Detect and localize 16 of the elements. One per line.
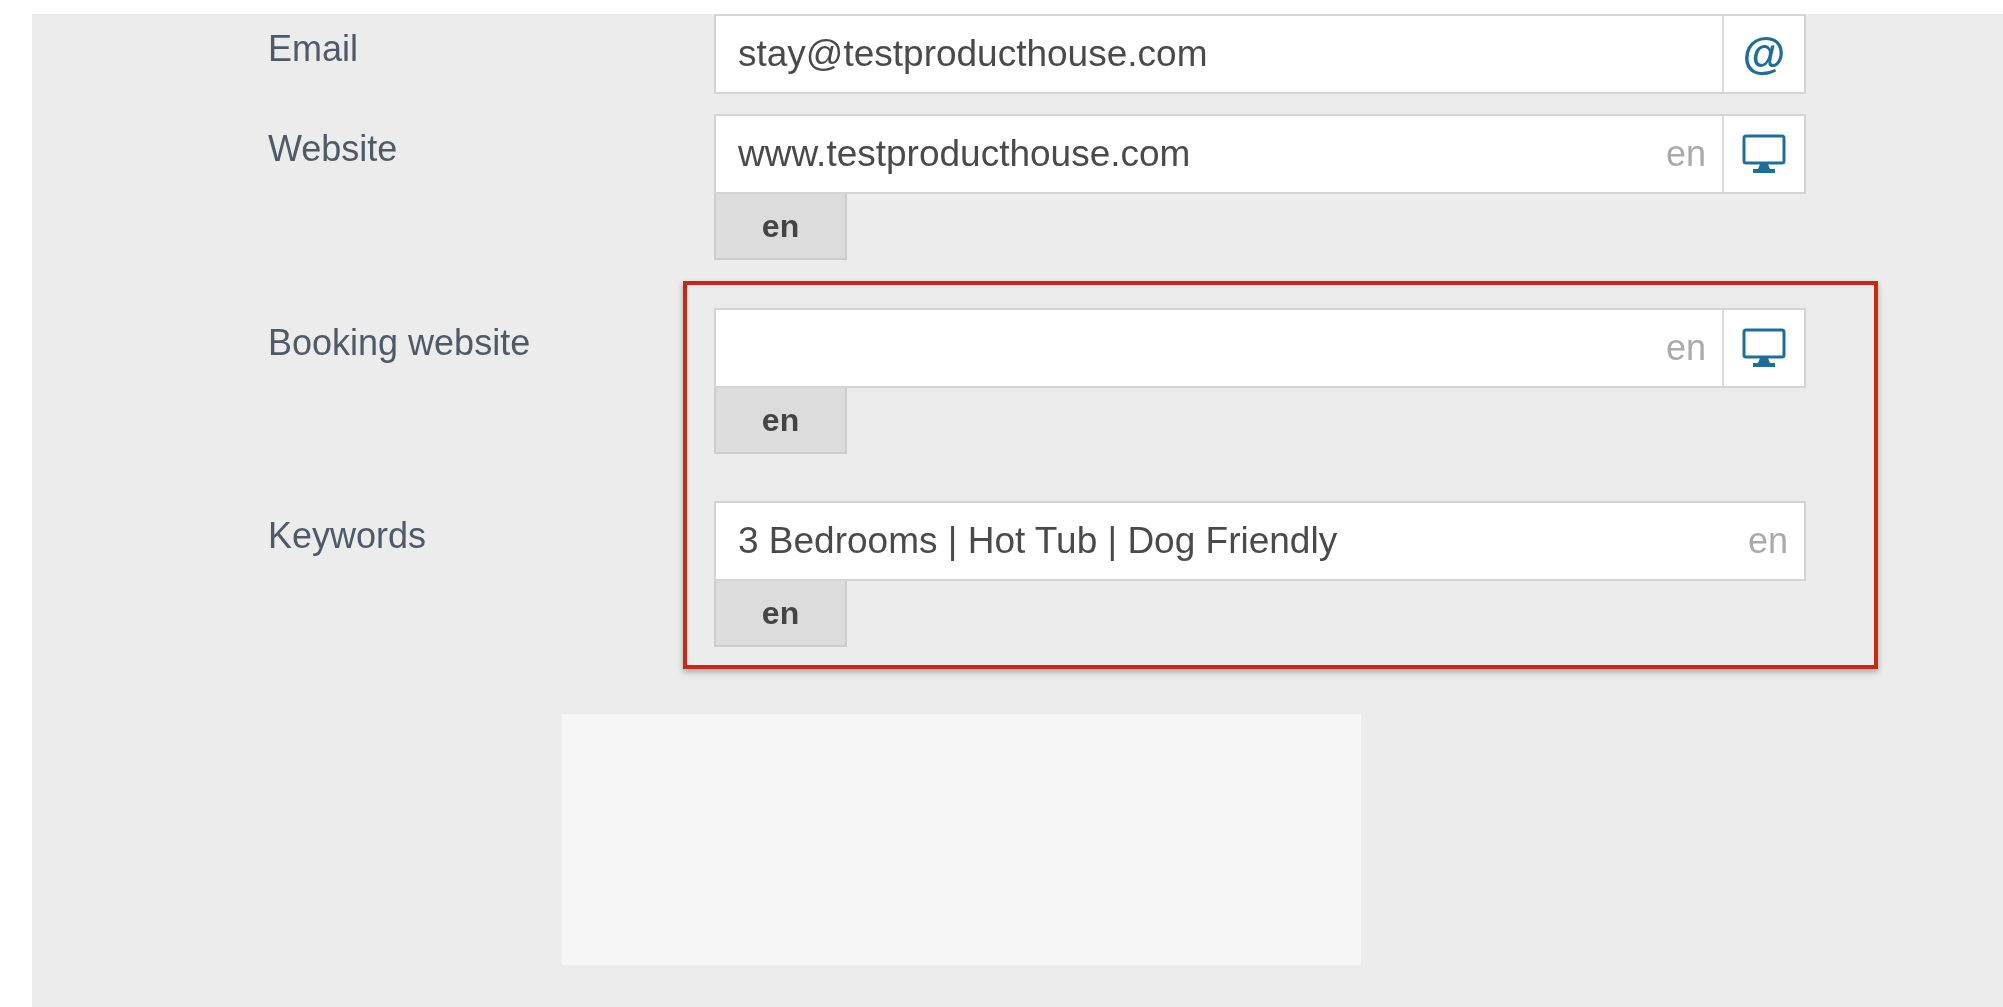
language-tab[interactable]: en [714, 388, 847, 454]
language-hint: en [1747, 520, 1789, 562]
text-field[interactable]: stay@testproducthouse.com @ [714, 14, 1806, 94]
language-tab[interactable]: en [714, 194, 847, 260]
field-label: Email [268, 28, 359, 69]
language-tab[interactable]: en [714, 581, 847, 647]
language-hint: en [1665, 133, 1707, 175]
monitor-icon[interactable] [1742, 328, 1786, 368]
field-label: Booking website [268, 322, 531, 363]
monitor-icon[interactable] [1742, 134, 1786, 174]
field-label: Website [268, 128, 398, 169]
text-field[interactable]: www.testproducthouse.com en [714, 114, 1806, 194]
text-field[interactable]: 3 Bedrooms | Hot Tub | Dog Friendly en [714, 501, 1806, 581]
language-hint: en [1665, 327, 1707, 369]
at-sign-icon[interactable]: @ [1742, 29, 1786, 79]
field-label: Keywords [268, 515, 427, 556]
